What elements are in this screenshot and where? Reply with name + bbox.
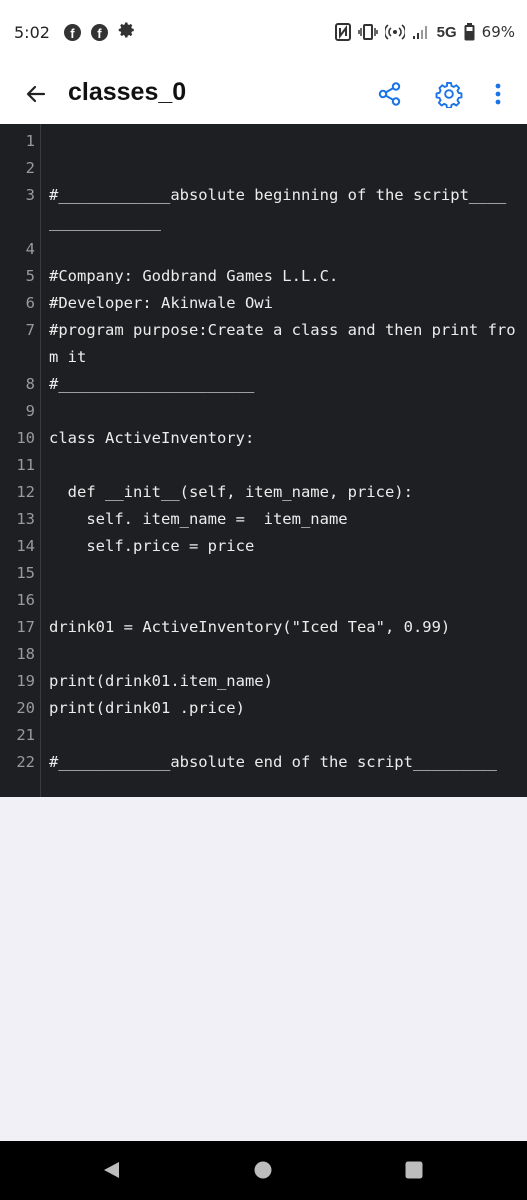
page-title: classes_0 bbox=[68, 78, 187, 106]
line-number: 21 bbox=[16, 726, 35, 744]
network-type: 5G bbox=[436, 23, 457, 41]
line-number: 17 bbox=[16, 618, 35, 636]
line-number: 2 bbox=[25, 159, 35, 177]
code-line: 12 def __init__(self, item_name, price): bbox=[0, 479, 527, 506]
code-line: 8 #_____________________ bbox=[0, 371, 527, 398]
share-button[interactable] bbox=[372, 76, 408, 112]
code-line: 11 bbox=[0, 452, 527, 479]
code-line: 7 #program purpose:Create a class and the… bbox=[0, 317, 527, 344]
line-number: 4 bbox=[25, 240, 35, 258]
code-line: 9 bbox=[0, 398, 527, 425]
code-line: 1 bbox=[0, 128, 527, 155]
facebook-icon: f bbox=[63, 23, 81, 41]
code-line: 19 print(drink01.item_name) bbox=[0, 668, 527, 695]
back-button[interactable] bbox=[20, 78, 52, 110]
app-bar: classes_0 bbox=[0, 64, 527, 124]
gear-icon bbox=[435, 81, 463, 108]
line-number: 16 bbox=[16, 591, 35, 609]
code-line: 3 #____________absolute beginning of the … bbox=[0, 182, 527, 209]
line-code-text: print(drink01.item_name) bbox=[49, 672, 273, 690]
line-code-text: ____________ bbox=[49, 213, 161, 231]
nav-home-button[interactable] bbox=[248, 1155, 278, 1185]
line-code-text: #____________absolute end of the script_… bbox=[49, 753, 497, 771]
line-code-text: #_____________________ bbox=[49, 375, 255, 393]
code-line: m it bbox=[0, 344, 527, 371]
line-code-text: class ActiveInventory: bbox=[49, 429, 255, 447]
more-vertical-icon bbox=[495, 83, 501, 105]
hotspot-icon bbox=[384, 23, 405, 41]
nav-recents-button[interactable] bbox=[399, 1155, 429, 1185]
line-number: 5 bbox=[25, 267, 35, 285]
signal-icon bbox=[412, 24, 430, 40]
line-number: 1 bbox=[25, 132, 35, 150]
circle-home-icon bbox=[254, 1161, 272, 1179]
line-number: 13 bbox=[16, 510, 35, 528]
line-code-text: def __init__(self, item_name, price): bbox=[49, 483, 413, 501]
code-line: 16 bbox=[0, 587, 527, 614]
line-code-text: self.price = price bbox=[49, 537, 255, 555]
line-number: 15 bbox=[16, 564, 35, 582]
status-bar: 5:02 f f 5G 69% bbox=[0, 0, 527, 64]
settings-gear-icon bbox=[118, 21, 136, 43]
line-code-text: #program purpose:Create a class and then… bbox=[49, 321, 516, 339]
triangle-back-icon bbox=[104, 1162, 119, 1178]
line-number: 14 bbox=[16, 537, 35, 555]
nfc-icon bbox=[334, 23, 351, 41]
line-number: 7 bbox=[25, 321, 35, 339]
share-icon bbox=[378, 82, 401, 106]
code-line: 18 bbox=[0, 641, 527, 668]
line-code-text: #Company: Godbrand Games L.L.C. bbox=[49, 267, 339, 285]
line-number: 11 bbox=[16, 456, 35, 474]
battery-percentage: 69% bbox=[481, 23, 515, 41]
line-number: 9 bbox=[25, 402, 35, 420]
code-line: 6 #Developer: Akinwale Owi bbox=[0, 290, 527, 317]
code-line: 15 bbox=[0, 560, 527, 587]
line-number: 20 bbox=[16, 699, 35, 717]
empty-content-area bbox=[0, 797, 527, 1141]
code-line: 14 self.price = price bbox=[0, 533, 527, 560]
square-recents-icon bbox=[405, 1161, 423, 1179]
line-number: 19 bbox=[16, 672, 35, 690]
line-code-text: self. item_name = item_name bbox=[49, 510, 348, 528]
line-code-text: print(drink01 .price) bbox=[49, 699, 245, 717]
line-number: 3 bbox=[25, 186, 35, 204]
line-code-text: m it bbox=[49, 348, 87, 366]
code-editor[interactable]: 1 2 3 #____________absolute beginning of th… bbox=[0, 124, 527, 798]
battery-icon bbox=[464, 23, 475, 41]
arrow-left-icon bbox=[26, 85, 46, 103]
code-line: 17 drink01 = ActiveInventory("Iced Tea", … bbox=[0, 614, 527, 641]
nav-back-button[interactable] bbox=[97, 1155, 127, 1185]
code-line: 10 class ActiveInventory: bbox=[0, 425, 527, 452]
code-line: 20 print(drink01 .price) bbox=[0, 695, 527, 722]
settings-button[interactable] bbox=[431, 76, 467, 112]
code-line: 2 bbox=[0, 155, 527, 182]
vibrate-icon bbox=[357, 24, 378, 40]
more-options-button[interactable] bbox=[482, 76, 514, 112]
status-time: 5:02 bbox=[14, 22, 50, 42]
code-line: 21 bbox=[0, 722, 527, 749]
facebook-icon: f bbox=[90, 23, 108, 41]
code-line: 4 bbox=[0, 236, 527, 263]
code-line: 5 #Company: Godbrand Games L.L.C. bbox=[0, 263, 527, 290]
line-code-text: #____________absolute beginning of the s… bbox=[49, 186, 507, 204]
line-number: 10 bbox=[16, 429, 35, 447]
line-number: 18 bbox=[16, 645, 35, 663]
line-number: 22 bbox=[16, 753, 35, 771]
line-code-text: #Developer: Akinwale Owi bbox=[49, 294, 273, 312]
line-code-text: drink01 = ActiveInventory("Iced Tea", 0.… bbox=[49, 618, 451, 636]
line-number: 12 bbox=[16, 483, 35, 501]
system-navigation-bar bbox=[0, 1141, 527, 1200]
line-number: 6 bbox=[25, 294, 35, 312]
line-number: 8 bbox=[25, 375, 35, 393]
code-line: ____________ bbox=[0, 209, 527, 236]
code-line: 22 #____________absolute end of the scrip… bbox=[0, 749, 527, 776]
code-line: 13 self. item_name = item_name bbox=[0, 506, 527, 533]
